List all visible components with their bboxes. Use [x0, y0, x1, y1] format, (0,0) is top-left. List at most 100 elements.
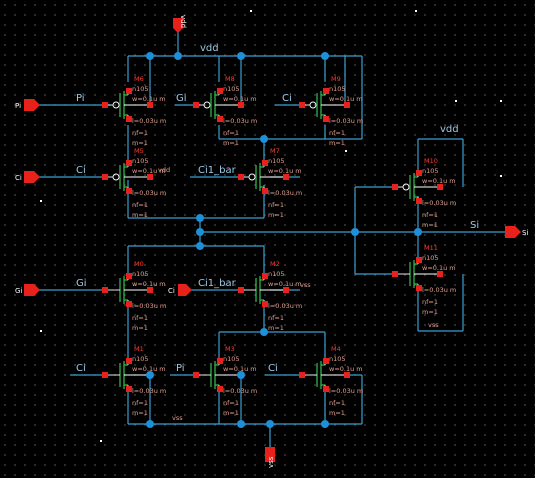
- io-ports: [24, 18, 521, 462]
- transistor-m11[interactable]: M11 n105 w=0.1u m l=0.03u m nf=1 m=1: [392, 244, 456, 316]
- transistor-m0[interactable]: M0 n105 w=0.1u m l=0.03u m nf=1 m=1: [102, 260, 166, 332]
- transistor-m1[interactable]: M1n105w=0.1u ml=0.03u mnf=1m=1: [102, 345, 166, 417]
- net-gi-top: Gi: [176, 93, 187, 104]
- transistor-param: n105: [132, 355, 149, 363]
- transistor-param: nf=1: [329, 399, 345, 407]
- transistor-param: w=0.1u m: [223, 95, 257, 103]
- net-si: Si: [470, 220, 479, 231]
- schematic-canvas[interactable]: M6 n105 w=0.1u m l=0.03u m nf=1 m=1 M8 n105 w=0.…: [0, 0, 535, 478]
- transistor-param: l=0.03u m: [132, 387, 166, 395]
- net-ci-bot2: Ci: [268, 363, 278, 374]
- transistor-param: l=0.03u m: [422, 286, 456, 294]
- transistor-param: n105: [132, 157, 149, 165]
- transistor-param: m=1: [132, 324, 148, 332]
- transistor-m2[interactable]: M2 n105 w=0.1u m l=0.03u m nf=1 m=1: [238, 260, 302, 332]
- transistor-param: n105: [223, 355, 240, 363]
- transistor-param: m=1: [422, 221, 438, 229]
- transistor-param: l=0.03u m: [223, 117, 257, 125]
- net-ci1bar-bot: Ci1_bar: [198, 278, 237, 289]
- transistor-param: nf=1: [132, 399, 148, 407]
- transistor-name: M11: [424, 244, 438, 252]
- net-vss-right: vss: [428, 321, 439, 329]
- transistor-param: l=0.03u m: [268, 189, 302, 197]
- transistor-param: m=1: [268, 211, 284, 219]
- transistor-param: n105: [132, 270, 149, 278]
- transistor-name: M10: [424, 157, 438, 165]
- net-vss-m2: vss: [300, 281, 311, 289]
- transistor-m8[interactable]: M8 n105 w=0.1u m l=0.03u m nf=1 m=1: [193, 75, 257, 147]
- transistor-param: l=0.03u m: [132, 189, 166, 197]
- transistor-param: n105: [132, 85, 149, 93]
- transistor-name: M5: [134, 147, 144, 155]
- vss-port-label: vss: [267, 456, 275, 468]
- transistor-param: n105: [268, 270, 285, 278]
- transistor-param: m=1: [329, 409, 345, 417]
- transistor-m6[interactable]: M6 n105 w=0.1u m l=0.03u m nf=1 m=1: [102, 75, 166, 147]
- ci-port-label-2: Ci: [168, 287, 175, 295]
- transistor-param: l=0.03u m: [329, 387, 363, 395]
- net-vdd-top: vdd: [200, 43, 219, 54]
- gi-port-label: Gi: [15, 287, 22, 295]
- transistor-param: w=0.1u m: [329, 365, 363, 373]
- transistor-param: l=0.03u m: [268, 302, 302, 310]
- transistor-param: nf=1: [132, 201, 148, 209]
- transistor-param: n105: [329, 355, 346, 363]
- transistor-name: M4: [331, 345, 341, 353]
- transistor-param: nf=1: [132, 314, 148, 322]
- transistor-param: l=0.03u m: [132, 117, 166, 125]
- transistor-param: m=1: [132, 139, 148, 147]
- transistor-param: n105: [329, 85, 346, 93]
- si-port-label: Si: [522, 229, 528, 237]
- transistor-param: m=1: [223, 139, 239, 147]
- transistor-param: nf=1: [268, 201, 284, 209]
- transistor-param: m=1: [422, 308, 438, 316]
- transistor-name: M8: [225, 75, 235, 83]
- transistor-param: w=0.1u m: [422, 177, 456, 185]
- pi-port-label: Pi: [15, 102, 21, 110]
- net-vdd-m5: vdd: [158, 166, 170, 174]
- transistor-m9[interactable]: M9 n105 w=0.1u m l=0.03u m nf=1 m=1: [299, 75, 363, 147]
- transistor-param: n105: [422, 167, 439, 175]
- transistor-param: l=0.03u m: [329, 117, 363, 125]
- transistor-name: M1: [134, 345, 144, 353]
- transistor-m5[interactable]: M5n105w=0.1u ml=0.03u mnf=1m=1: [102, 147, 166, 219]
- net-ci-bot: Ci: [76, 363, 86, 374]
- transistor-param: nf=1: [422, 298, 438, 306]
- transistor-name: M3: [225, 345, 235, 353]
- ci-port-label: Ci: [15, 174, 22, 182]
- transistor-param: m=1: [329, 139, 345, 147]
- net-pi-bot: Pi: [176, 363, 185, 374]
- transistor-name: M2: [270, 260, 280, 268]
- net-ci-top: Ci: [282, 93, 292, 104]
- net-vdd-right: vdd: [440, 124, 459, 135]
- transistor-param: m=1: [132, 409, 148, 417]
- transistor-param: nf=1: [223, 129, 239, 137]
- transistor-param: w=0.1u m: [422, 264, 456, 272]
- wires: [34, 28, 510, 452]
- transistor-param: w=0.1u m: [268, 280, 302, 288]
- transistor-param: m=1: [223, 409, 239, 417]
- transistor-param: w=0.1u m: [268, 167, 302, 175]
- transistor-param: nf=1: [268, 314, 284, 322]
- transistor-m7[interactable]: M7 n105 w=0.1u m l=0.03u m nf=1 m=1: [238, 147, 302, 219]
- transistor-param: m=1: [132, 211, 148, 219]
- transistor-param: nf=1: [329, 129, 345, 137]
- transistor-param: w=0.1u m: [329, 95, 363, 103]
- transistor-param: n105: [422, 254, 439, 262]
- vdd-port-label: vdd: [179, 15, 187, 28]
- transistor-m10[interactable]: M10 n105 w=0.1u m l=0.03u m nf=1 m=1: [392, 157, 456, 229]
- net-ci1bar-top: Ci1_bar: [198, 165, 237, 176]
- transistor-name: M7: [270, 147, 280, 155]
- junctions: [146, 52, 422, 428]
- transistor-param: nf=1: [422, 211, 438, 219]
- net-ci-mid: Ci: [76, 165, 86, 176]
- transistor-param: l=0.03u m: [223, 387, 257, 395]
- transistor-name: M6: [134, 75, 144, 83]
- net-gi-bot: Gi: [76, 278, 87, 289]
- transistor-param: nf=1: [132, 129, 148, 137]
- transistor-m4[interactable]: M4 n105 w=0.1u m l=0.03u m nf=1 m=1: [299, 345, 363, 417]
- transistor-param: w=0.1u m: [132, 280, 166, 288]
- transistor-param: m=1: [268, 324, 284, 332]
- transistor-m3[interactable]: M3n105w=0.1u ml=0.03u mnf=1m=1: [193, 345, 257, 417]
- transistor-param: nf=1: [223, 399, 239, 407]
